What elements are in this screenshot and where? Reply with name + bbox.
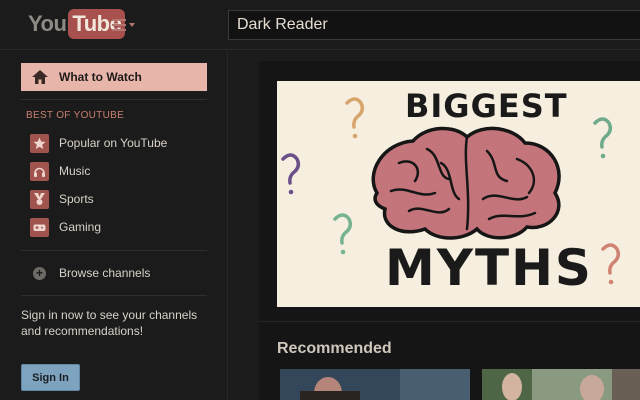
recommended-heading: Recommended [277,340,392,357]
main-content: BIGGEST MYTHS Recommended [259,61,640,400]
section-title-best-of-youtube: BEST OF YOUTUBE [26,110,125,121]
sidebar-item-music[interactable]: Music [30,161,90,181]
hamburger-icon [112,19,126,31]
featured-video-thumbnail[interactable]: BIGGEST MYTHS [277,81,640,307]
divider [21,295,207,296]
top-bar: You Tube [0,0,640,50]
recommended-video-thumbnail[interactable] [482,369,640,400]
home-icon [32,70,48,84]
sidebar-item-label: Sports [59,192,94,206]
signin-prompt: Sign in now to see your channels and rec… [21,308,198,338]
divider [21,250,207,251]
divider [259,321,640,322]
browse-channels-link[interactable]: + Browse channels [33,265,150,281]
sidebar-item-what-to-watch[interactable]: What to Watch [21,63,207,91]
sidebar-item-popular[interactable]: Popular on YouTube [30,133,167,153]
sidebar-item-gaming[interactable]: Gaming [30,217,101,237]
chevron-down-icon [129,23,135,27]
signin-button[interactable]: Sign In [21,364,80,391]
medal-icon [30,189,49,209]
star-icon [30,133,49,153]
headphones-icon [30,161,49,181]
sidebar: What to Watch BEST OF YOUTUBE Popular on… [0,51,228,400]
search-input[interactable] [228,10,640,40]
browse-channels-label: Browse channels [59,266,151,280]
feature-title-top: BIGGEST [405,87,568,125]
logo-you-text: You [28,11,67,36]
feature-title-bottom: MYTHS [385,239,593,297]
divider [21,99,207,100]
plus-icon: + [33,266,46,280]
sidebar-item-label: What to Watch [59,70,142,84]
youtube-logo[interactable]: You Tube [28,9,126,39]
sidebar-item-label: Music [59,164,91,178]
video-thumbnail-image [280,369,470,400]
sidebar-item-label: Gaming [59,220,102,234]
recommended-video-thumbnail[interactable] [280,369,470,400]
sidebar-item-sports[interactable]: Sports [30,189,94,209]
guide-menu-button[interactable] [112,16,142,34]
gamepad-icon [30,217,49,237]
video-thumbnail-image [482,369,640,400]
sidebar-item-label: Popular on YouTube [59,136,168,150]
